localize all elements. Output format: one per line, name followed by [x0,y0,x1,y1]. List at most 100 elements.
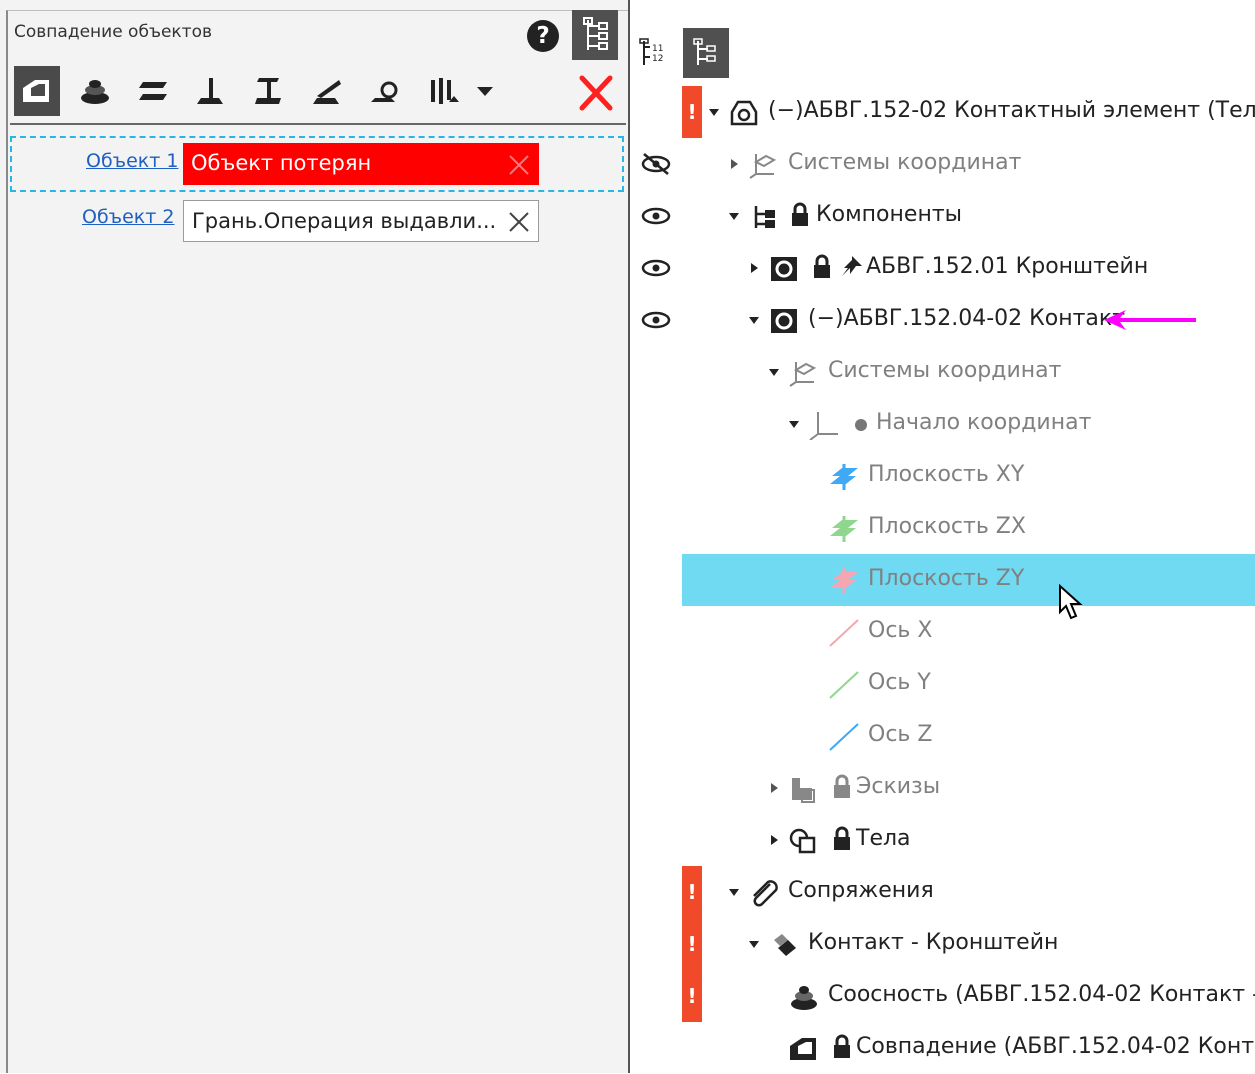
structure-tree-button[interactable] [683,28,729,78]
clear-object1-icon[interactable] [506,152,532,178]
object1-link[interactable]: Объект 1 [86,150,178,172]
svg-text:11: 11 [652,44,663,54]
caret-right-icon[interactable] [768,782,780,794]
object2-field[interactable]: Грань.Операция выдавли... [183,200,539,242]
axis-icon [829,671,859,699]
eye-icon[interactable] [640,256,672,280]
bodies-icon [789,828,816,854]
mates-dropdown-button[interactable] [470,66,500,116]
tree-row-axis-z[interactable]: Ось Z [630,710,1255,762]
caret-down-icon[interactable] [748,314,760,326]
numbered-tree-button[interactable]: 11 12 [634,28,674,78]
caret-down-icon[interactable] [728,886,740,898]
tree-row-mates[interactable]: ! Сопряжения [630,866,1255,918]
tree-row-label: АБВГ.152.01 Кронштейн [866,254,1149,279]
angle-tool-button[interactable] [304,66,350,116]
object1-field[interactable]: Объект потерян [183,143,539,185]
mate-group-icon [774,934,796,956]
error-marker: ! [682,918,702,970]
caret-right-icon[interactable] [768,834,780,846]
distance-tool-button[interactable] [246,66,292,116]
tree-row-label: Плоскость ZY [868,566,1025,591]
plane-icon [830,516,858,542]
cancel-button[interactable] [572,70,620,116]
parallel-icon [139,82,167,100]
axis-icon [829,619,859,647]
object2-link[interactable]: Объект 2 [82,206,174,228]
panel-title: Совпадение объектов [14,22,213,42]
perpendicular-tool-button[interactable] [188,66,234,116]
lock-icon [814,254,830,278]
parallel-tool-button[interactable] [130,66,176,116]
tree-row-coordinate-systems[interactable]: Системы координат [630,138,1255,190]
distance-icon [255,78,281,104]
tree-row-bracket[interactable]: АБВГ.152.01 Кронштейн [630,242,1255,294]
tree-row-origin[interactable]: Начало координат [630,398,1255,450]
tree-row-contact[interactable]: (−)АБВГ.152.04-02 Контакт [630,294,1255,346]
tree-row-concentric-mate[interactable]: ! Соосность (АБВГ.152.04-02 Контакт - [630,970,1255,1022]
origin-icon [809,412,838,440]
tree-row-sketches[interactable]: Эскизы [630,762,1255,814]
tree-row-assembly[interactable]: ! (−)АБВГ.152-02 Контактный элемент (Тел… [630,86,1255,138]
tree-row-axis-x[interactable]: Ось X [630,606,1255,658]
tree-row-label: (−)АБВГ.152-02 Контактный элемент (Тел-0… [768,98,1255,123]
tree-row-coordinate-systems-2[interactable]: Системы координат [630,346,1255,398]
tree-row-mate-group[interactable]: ! Контакт - Кронштейн [630,918,1255,970]
tree-row-label: Плоскость ZX [868,514,1026,539]
caret-right-icon[interactable] [748,262,760,274]
lock-icon [792,202,808,226]
tree-row-coincidence-mate[interactable]: Совпадение (АБВГ.152.04-02 Контакт [630,1022,1255,1074]
tree-row-label: Тела [856,826,911,851]
tree-row-label: Системы координат [828,358,1062,383]
tree-row-plane-zx[interactable]: Плоскость ZX [630,502,1255,554]
error-marker: ! [682,866,702,918]
clear-object2-icon[interactable] [506,209,532,235]
tree-row-bodies[interactable]: Тела [630,814,1255,866]
eye-hidden-icon[interactable] [640,152,672,176]
help-button[interactable]: ? [527,20,559,52]
tree-row-label: Ось Y [868,670,931,695]
tree-icon [583,17,608,50]
more-mates-tool-button[interactable] [420,66,466,116]
caret-down-icon[interactable] [748,938,760,950]
error-marker: ! [682,86,702,138]
part-icon [771,257,797,281]
eye-icon[interactable] [640,308,672,332]
concentric-icon [81,80,109,104]
svg-text:12: 12 [652,54,663,64]
tree-row-label: Соосность (АБВГ.152.04-02 Контакт - [828,982,1255,1007]
toolbar-divider [10,123,626,125]
concentric-tool-button[interactable] [72,66,118,116]
tree-row-label: Плоскость XY [868,462,1025,487]
tree-row-label: (−)АБВГ.152.04-02 Контакт [808,306,1126,331]
pointer-arrow-icon [1104,310,1196,330]
tree-row-components[interactable]: Компоненты [630,190,1255,242]
tree-row-plane-xy[interactable]: Плоскость XY [630,450,1255,502]
caret-down-icon[interactable] [708,106,720,118]
part-icon [771,309,797,333]
caret-down-icon[interactable] [768,366,780,378]
caret-down-icon[interactable] [728,210,740,222]
axis-icon [829,723,859,751]
tree-row-label: Сопряжения [788,878,934,903]
coincidence-tool-button[interactable] [14,66,60,116]
lock-icon [834,1034,850,1058]
tree-row-label: Эскизы [856,774,941,799]
tree-row-axis-y[interactable]: Ось Y [630,658,1255,710]
tree-row-label: Ось X [868,618,933,643]
caret-right-icon[interactable] [728,158,740,170]
tree-row-label: Контакт - Кронштейн [808,930,1059,955]
tree-row-label: Начало координат [876,410,1092,435]
mates-icon [431,78,459,104]
point-icon [855,419,867,431]
eye-icon[interactable] [640,204,672,228]
mate-type-toolbar [10,66,620,118]
plane-icon [830,568,858,594]
tangency-tool-button[interactable] [362,66,408,116]
tree-row-label: Системы координат [788,150,1022,175]
tree-row-plane-zy[interactable]: Плоскость ZY [630,554,1255,620]
tree-view-button[interactable] [572,10,618,60]
caret-down-icon[interactable] [788,418,800,430]
tree-row-label: Совпадение (АБВГ.152.04-02 Контакт [856,1034,1255,1059]
tree-row-label: Ось Z [868,722,933,747]
